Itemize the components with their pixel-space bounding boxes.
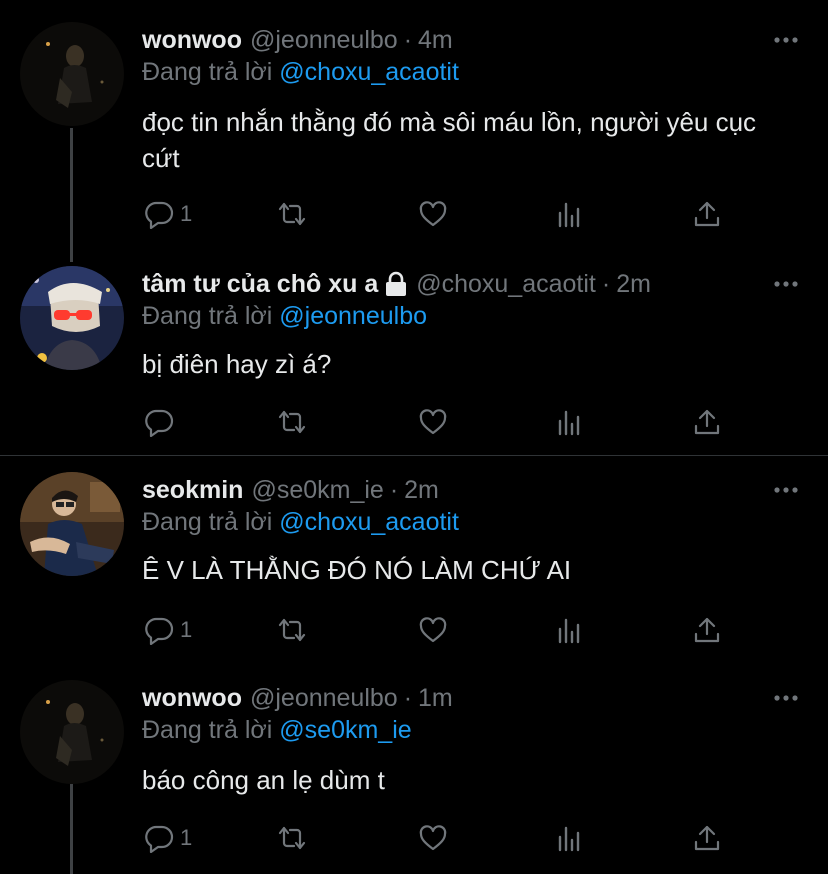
- retweet-icon: [278, 826, 306, 850]
- reply-button[interactable]: 1: [144, 822, 192, 854]
- separator-dot: ·: [389, 475, 399, 504]
- share-button[interactable]: [692, 614, 722, 646]
- separator-dot: ·: [601, 269, 611, 298]
- tweet-text: báo công an lẹ dùm t: [142, 765, 385, 795]
- tweet[interactable]: tâm tư của chô xu a @choxu_acaotit · 2m …: [0, 266, 828, 451]
- retweet-button[interactable]: [277, 614, 313, 646]
- replying-to-label: Đang trả lời: [142, 508, 280, 536]
- more-icon[interactable]: [772, 476, 800, 504]
- replying-to: Đang trả lời @jeonneulbo: [142, 302, 427, 331]
- tweet[interactable]: seokmin @se0km_ie · 2m Đang trả lời @cho…: [0, 472, 828, 657]
- timestamp[interactable]: 2m: [616, 270, 651, 299]
- timestamp[interactable]: 1m: [418, 684, 453, 713]
- display-name[interactable]: seokmin: [142, 476, 243, 505]
- tweet-text: đọc tin nhắn thằng đó mà sôi máu lồn, ng…: [142, 107, 757, 173]
- tweet-header: tâm tư của chô xu a @choxu_acaotit · 2m: [142, 266, 651, 302]
- analytics-icon: [558, 410, 580, 436]
- reply-mention-link[interactable]: @choxu_acaotit: [279, 508, 459, 536]
- like-icon: [419, 201, 447, 227]
- tweet-header: wonwoo @jeonneulbo · 4m: [142, 22, 453, 58]
- retweet-button[interactable]: [277, 198, 313, 230]
- tweet[interactable]: wonwoo @jeonneulbo · 4m Đang trả lời @ch…: [0, 22, 828, 252]
- replying-to: Đang trả lời @choxu_acaotit: [142, 58, 459, 87]
- avatar[interactable]: [20, 266, 124, 370]
- tweet-actions: 1: [142, 822, 742, 854]
- more-icon[interactable]: [772, 26, 800, 54]
- analytics-icon: [558, 202, 580, 228]
- replying-to: Đang trả lời @se0km_ie: [142, 716, 412, 745]
- timestamp[interactable]: 2m: [404, 476, 439, 505]
- like-button[interactable]: [418, 406, 454, 438]
- reply-count: 1: [180, 825, 193, 850]
- retweet-button[interactable]: [277, 406, 313, 438]
- reply-icon: [145, 201, 174, 229]
- retweet-icon: [278, 202, 306, 226]
- retweet-icon: [278, 410, 306, 434]
- analytics-button[interactable]: [554, 198, 584, 230]
- share-icon: [694, 201, 720, 227]
- share-icon: [694, 825, 720, 851]
- more-icon[interactable]: [772, 684, 800, 712]
- analytics-icon: [558, 618, 580, 644]
- reply-count: 1: [180, 617, 193, 642]
- reply-icon: [145, 617, 174, 645]
- analytics-icon: [558, 826, 580, 852]
- like-button[interactable]: [418, 614, 454, 646]
- analytics-button[interactable]: [554, 822, 584, 854]
- reply-mention-link[interactable]: @se0km_ie: [279, 716, 411, 744]
- tweet-header: wonwoo @jeonneulbo · 1m: [142, 680, 453, 716]
- reply-icon: [145, 409, 174, 437]
- timestamp[interactable]: 4m: [418, 26, 453, 55]
- reply-count: 1: [180, 201, 193, 226]
- reply-button[interactable]: 1: [144, 614, 192, 646]
- replying-to-label: Đang trả lời: [142, 302, 280, 330]
- tweet-divider: [0, 455, 828, 456]
- analytics-button[interactable]: [554, 406, 584, 438]
- tweet-header: seokmin @se0km_ie · 2m: [142, 472, 439, 508]
- like-icon: [419, 617, 447, 643]
- user-handle[interactable]: @jeonneulbo: [250, 26, 398, 55]
- like-icon: [419, 825, 447, 851]
- separator-dot: ·: [403, 25, 413, 54]
- more-icon[interactable]: [772, 270, 800, 298]
- display-name[interactable]: wonwoo: [142, 26, 242, 55]
- like-button[interactable]: [418, 198, 454, 230]
- replying-to: Đang trả lời @choxu_acaotit: [142, 508, 459, 537]
- display-name[interactable]: tâm tư của chô xu a: [142, 270, 378, 299]
- share-icon: [694, 617, 720, 643]
- reply-button[interactable]: 1: [144, 198, 192, 230]
- reply-mention-link[interactable]: @jeonneulbo: [279, 302, 427, 330]
- retweet-button[interactable]: [277, 822, 313, 854]
- share-icon: [694, 409, 720, 435]
- tweet-text: Ê V LÀ THẰNG ĐÓ NÓ LÀM CHỨ AI: [142, 555, 572, 585]
- reply-icon: [145, 825, 174, 853]
- share-button[interactable]: [692, 198, 722, 230]
- analytics-button[interactable]: [554, 614, 584, 646]
- retweet-icon: [278, 618, 306, 642]
- user-handle[interactable]: @se0km_ie: [251, 476, 383, 505]
- avatar[interactable]: [20, 472, 124, 576]
- replying-to-label: Đang trả lời: [142, 716, 280, 744]
- share-button[interactable]: [692, 406, 722, 438]
- avatar[interactable]: [20, 680, 124, 784]
- reply-mention-link[interactable]: @choxu_acaotit: [279, 58, 459, 86]
- avatar[interactable]: [20, 22, 124, 126]
- tweet-actions: 1: [142, 614, 742, 646]
- tweet[interactable]: wonwoo @jeonneulbo · 1m Đang trả lời @se…: [0, 680, 828, 870]
- tweet-actions: [142, 406, 742, 438]
- lock-icon: [384, 271, 408, 297]
- replying-to-label: Đang trả lời: [142, 58, 280, 86]
- like-button[interactable]: [418, 822, 454, 854]
- separator-dot: ·: [403, 683, 413, 712]
- display-name[interactable]: wonwoo: [142, 684, 242, 713]
- user-handle[interactable]: @jeonneulbo: [250, 684, 398, 713]
- like-icon: [419, 409, 447, 435]
- user-handle[interactable]: @choxu_acaotit: [416, 270, 596, 299]
- tweet-text: bị điên hay zì á?: [142, 349, 332, 379]
- tweet-actions: 1: [142, 198, 742, 230]
- reply-button[interactable]: [144, 406, 180, 438]
- share-button[interactable]: [692, 822, 722, 854]
